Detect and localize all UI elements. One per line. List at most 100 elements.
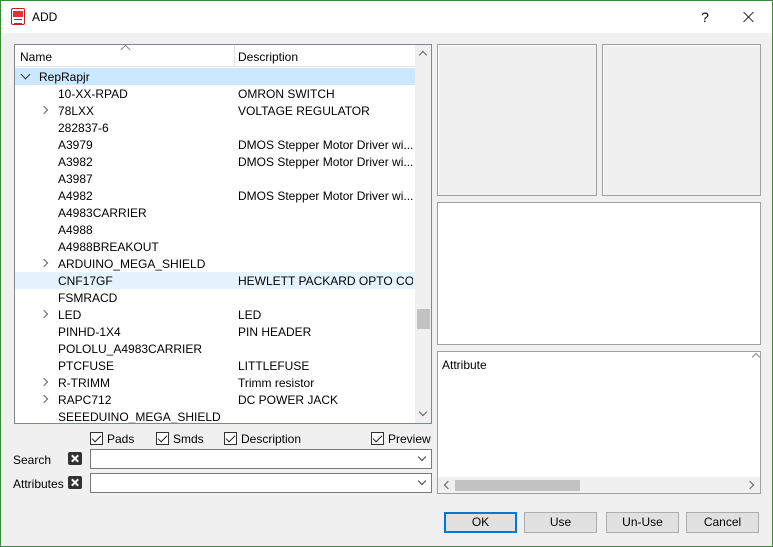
tree-header: Name Description bbox=[15, 45, 415, 67]
tree-item[interactable]: A4988 bbox=[15, 221, 415, 238]
tree-item-name: PINHD-1X4 bbox=[58, 325, 121, 339]
tree-item[interactable]: PTCFUSE LITTLEFUSE bbox=[15, 357, 415, 374]
sort-ascending-icon bbox=[752, 352, 760, 358]
tree-item[interactable]: RAPC712 DC POWER JACK bbox=[15, 391, 415, 408]
unuse-button[interactable]: Un-Use bbox=[606, 512, 679, 533]
sort-ascending-icon bbox=[121, 45, 131, 51]
tree-item-description: DMOS Stepper Motor Driver wi... bbox=[238, 155, 413, 169]
tree-item[interactable]: CNF17GF HEWLETT PACKARD OPTO CO... bbox=[15, 272, 415, 289]
tree-item-name: A4988BREAKOUT bbox=[58, 240, 159, 254]
help-button[interactable]: ? bbox=[694, 7, 716, 27]
tree-item-name: 282837-6 bbox=[58, 121, 109, 135]
chevron-right-icon[interactable] bbox=[41, 106, 49, 114]
tree-item-name: A4982 bbox=[58, 189, 93, 203]
scroll-thumb[interactable] bbox=[455, 480, 580, 491]
tree-item[interactable]: 10-XX-RPAD OMRON SWITCH bbox=[15, 85, 415, 102]
attributes-input[interactable] bbox=[90, 473, 432, 493]
library-tree[interactable]: Name Description RepRapjr 10-XX-RPAD OMRO… bbox=[14, 44, 432, 424]
scroll-thumb[interactable] bbox=[417, 309, 430, 329]
smds-label: Smds bbox=[173, 432, 204, 446]
attributes-label: Attributes bbox=[13, 477, 64, 491]
tree-item[interactable]: A3979 DMOS Stepper Motor Driver wi... bbox=[15, 136, 415, 153]
search-input[interactable] bbox=[90, 449, 432, 469]
tree-item-name: A4983CARRIER bbox=[58, 206, 147, 220]
checkbox-checked-icon bbox=[156, 432, 169, 445]
pads-label: Pads bbox=[107, 432, 135, 446]
tree-item[interactable]: SEEEDUINO_MEGA_SHIELD bbox=[15, 408, 415, 424]
description-label: Description bbox=[241, 432, 302, 446]
tree-item-description: LED bbox=[238, 308, 262, 322]
clear-attributes-icon[interactable] bbox=[68, 476, 82, 489]
tree-item-description: DMOS Stepper Motor Driver wi... bbox=[238, 138, 413, 152]
cancel-button[interactable]: Cancel bbox=[686, 512, 759, 533]
attribute-pane: Attribute bbox=[437, 351, 761, 494]
tree-item-name: 78LXX bbox=[58, 104, 95, 118]
eagle-app-icon bbox=[11, 8, 25, 25]
package-preview-pane bbox=[602, 44, 761, 196]
chevron-right-icon[interactable] bbox=[41, 310, 49, 318]
chevron-down-icon[interactable] bbox=[417, 452, 427, 462]
chevron-down-icon[interactable] bbox=[21, 72, 29, 80]
attribute-horizontal-scrollbar[interactable] bbox=[438, 477, 760, 493]
tree-item[interactable]: FSMRACD bbox=[15, 289, 415, 306]
scroll-right-icon[interactable] bbox=[744, 477, 760, 493]
chevron-down-icon[interactable] bbox=[417, 476, 427, 486]
tree-item[interactable]: ARDUINO_MEGA_SHIELD bbox=[15, 255, 415, 272]
description-pane bbox=[437, 202, 761, 345]
tree-vertical-scrollbar[interactable] bbox=[415, 45, 431, 423]
column-header-name-label: Name bbox=[20, 50, 53, 64]
tree-item-description: Trimm resistor bbox=[238, 376, 315, 390]
tree-item-description: HEWLETT PACKARD OPTO CO... bbox=[238, 274, 413, 288]
scroll-down-icon[interactable] bbox=[415, 406, 431, 423]
tree-item[interactable]: A4983CARRIER bbox=[15, 204, 415, 221]
chevron-right-icon[interactable] bbox=[41, 259, 49, 267]
tree-root-item[interactable]: RepRapjr bbox=[15, 68, 415, 85]
tree-item-description: DC POWER JACK bbox=[238, 393, 339, 407]
chevron-right-icon[interactable] bbox=[41, 395, 49, 403]
tree-item-name: 10-XX-RPAD bbox=[58, 87, 128, 101]
checkbox-checked-icon bbox=[90, 432, 103, 445]
tree-item[interactable]: 78LXX VOLTAGE REGULATOR bbox=[15, 102, 415, 119]
tree-item-description: OMRON SWITCH bbox=[238, 87, 335, 101]
tree-root-label: RepRapjr bbox=[39, 70, 90, 84]
tree-item-description: PIN HEADER bbox=[238, 325, 312, 339]
checkbox-checked-icon bbox=[224, 432, 237, 445]
attribute-column-header[interactable]: Attribute bbox=[442, 358, 487, 372]
tree-item-name: A3982 bbox=[58, 155, 93, 169]
column-header-description[interactable]: Description bbox=[236, 45, 415, 67]
clear-search-icon[interactable] bbox=[68, 452, 82, 465]
tree-item-name: POLOLU_A4983CARRIER bbox=[58, 342, 203, 356]
preview-label: Preview bbox=[388, 432, 431, 446]
schematic-preview-pane bbox=[437, 44, 597, 196]
tree-item[interactable]: R-TRIMM Trimm resistor bbox=[15, 374, 415, 391]
tree-item[interactable]: LED LED bbox=[15, 306, 415, 323]
tree-item[interactable]: A4982 DMOS Stepper Motor Driver wi... bbox=[15, 187, 415, 204]
tree-item[interactable]: A3987 bbox=[15, 170, 415, 187]
scroll-left-icon[interactable] bbox=[438, 477, 454, 493]
tree-item[interactable]: PINHD-1X4 PIN HEADER bbox=[15, 323, 415, 340]
search-label: Search bbox=[13, 453, 52, 467]
tree-item-name: SEEEDUINO_MEGA_SHIELD bbox=[58, 410, 221, 424]
tree-item-description: VOLTAGE REGULATOR bbox=[238, 104, 370, 118]
tree-item[interactable]: A4988BREAKOUT bbox=[15, 238, 415, 255]
tree-item-name: FSMRACD bbox=[58, 291, 118, 305]
title-bar: ADD ? bbox=[1, 1, 772, 33]
tree-item-name: PTCFUSE bbox=[58, 359, 115, 373]
scroll-up-icon[interactable] bbox=[415, 45, 431, 62]
use-button[interactable]: Use bbox=[524, 512, 597, 533]
tree-item-name: ARDUINO_MEGA_SHIELD bbox=[58, 257, 206, 271]
column-header-name[interactable]: Name bbox=[15, 45, 235, 67]
chevron-right-icon[interactable] bbox=[41, 378, 49, 386]
tree-item-description: DMOS Stepper Motor Driver wi... bbox=[238, 189, 413, 203]
tree-item-name: A3979 bbox=[58, 138, 93, 152]
tree-rows: RepRapjr 10-XX-RPAD OMRON SWITCH 78LXX VOLT… bbox=[15, 68, 415, 424]
checkbox-checked-icon bbox=[371, 432, 384, 445]
ok-button[interactable]: OK bbox=[444, 512, 517, 533]
tree-item[interactable]: 282837-6 bbox=[15, 119, 415, 136]
tree-item[interactable]: POLOLU_A4983CARRIER bbox=[15, 340, 415, 357]
close-icon[interactable] bbox=[736, 4, 762, 30]
tree-item[interactable]: A3982 DMOS Stepper Motor Driver wi... bbox=[15, 153, 415, 170]
tree-item-name: A3987 bbox=[58, 172, 93, 186]
tree-item-name: R-TRIMM bbox=[58, 376, 110, 390]
add-dialog: ADD ? Name Description RepRapjr 10-XX-RP… bbox=[0, 0, 773, 547]
